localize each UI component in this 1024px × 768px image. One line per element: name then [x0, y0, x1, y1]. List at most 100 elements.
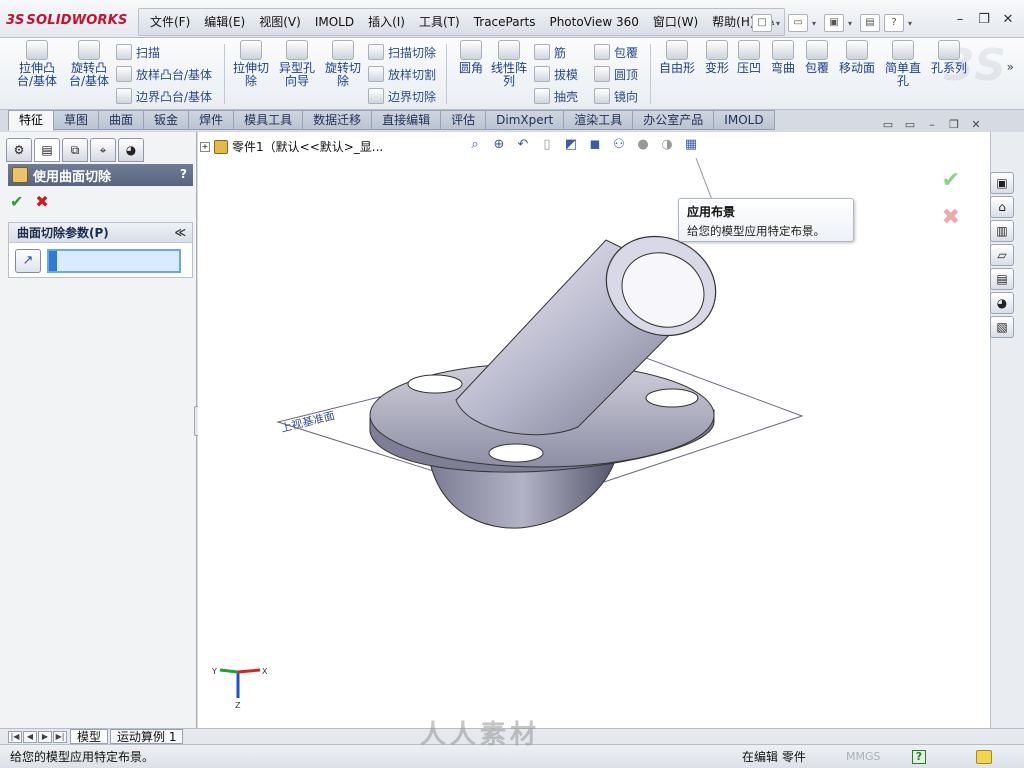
- zoom-to-fit-icon[interactable]: ⌕: [466, 136, 484, 154]
- sweep-button[interactable]: 扫描: [116, 42, 160, 62]
- dimxpert-icon[interactable]: ⌖: [90, 138, 116, 162]
- view-orientation-icon[interactable]: ◩: [562, 136, 580, 154]
- edit-appearance-icon[interactable]: ●: [634, 136, 652, 154]
- solidworks-resources-icon[interactable]: ▣: [990, 172, 1014, 194]
- doc-close-icon[interactable]: ✕: [968, 118, 984, 132]
- dropdown-arrow-icon[interactable]: ▾: [776, 19, 784, 28]
- next-tab-icon[interactable]: ▶: [38, 730, 52, 743]
- menu-view[interactable]: 视图(V): [252, 9, 308, 35]
- collapse-icon[interactable]: ≪: [174, 223, 186, 243]
- tab-surfaces[interactable]: 曲面: [99, 110, 145, 130]
- dropdown-arrow-icon[interactable]: ▾: [908, 19, 916, 28]
- boundary-boss-button[interactable]: 边界凸台/基体: [116, 86, 212, 106]
- simple-hole-button[interactable]: 简单直孔: [880, 40, 926, 88]
- appearances-icon[interactable]: ◕: [990, 292, 1014, 314]
- tab-evaluate[interactable]: 评估: [441, 110, 487, 130]
- group-title[interactable]: 曲面切除参数(P) ≪: [9, 223, 192, 243]
- dome-button[interactable]: 圆顶: [594, 64, 638, 84]
- tab-imold[interactable]: IMOLD: [714, 110, 775, 130]
- menu-photoview[interactable]: PhotoView 360: [542, 9, 645, 35]
- minimize-icon[interactable]: –: [952, 12, 968, 28]
- last-tab-icon[interactable]: ▶|: [53, 730, 67, 743]
- loft-boss-button[interactable]: 放样凸台/基体: [116, 64, 212, 84]
- surface-selection-box[interactable]: [47, 249, 181, 273]
- linear-pattern-button[interactable]: 线性阵列: [486, 40, 532, 88]
- open-icon[interactable]: ▭: [788, 14, 808, 32]
- tab-render-tools[interactable]: 渲染工具: [564, 110, 634, 130]
- feature-tree-flyout[interactable]: + 零件1（默认<<默认>_显...: [200, 138, 383, 155]
- confirm-cancel-icon[interactable]: ✖: [942, 205, 960, 230]
- tab-office-products[interactable]: 办公室产品: [633, 110, 715, 130]
- tab-mold-tools[interactable]: 模具工具: [234, 110, 304, 130]
- ok-button[interactable]: ✔: [10, 192, 23, 211]
- display-style-icon[interactable]: ◼: [586, 136, 604, 154]
- property-manager-icon[interactable]: ▤: [34, 138, 60, 162]
- hole-wizard-button[interactable]: 异型孔向导: [274, 40, 320, 88]
- help-icon[interactable]: ?: [884, 14, 904, 32]
- tab-weldments[interactable]: 焊件: [189, 110, 235, 130]
- first-tab-icon[interactable]: |◀: [8, 730, 22, 743]
- cancel-button[interactable]: ✖: [35, 192, 48, 211]
- menu-file[interactable]: 文件(F): [143, 9, 197, 35]
- graphics-area[interactable]: 上视基准面 + 零件1（默认<<默认>_显... ⌕ ⊕ ↶ ▯ ◩ ◼ ⚇ ●…: [198, 118, 990, 728]
- rib-button[interactable]: 筋: [534, 42, 566, 62]
- extrude-boss-button[interactable]: 拉伸凸台/基体: [14, 40, 60, 88]
- previous-tab-icon[interactable]: ◀: [23, 730, 37, 743]
- menu-tools[interactable]: 工具(T): [412, 9, 467, 35]
- menu-imold[interactable]: IMOLD: [308, 9, 361, 35]
- extrude-cut-button[interactable]: 拉伸切除: [228, 40, 274, 88]
- tab-data-migration[interactable]: 数据迁移: [303, 110, 373, 130]
- options-icon[interactable]: ▤: [860, 14, 880, 32]
- mirror-button[interactable]: 镜向: [594, 86, 638, 106]
- tab-dimxpert[interactable]: DimXpert: [486, 110, 565, 130]
- display-manager-icon[interactable]: ◕: [118, 138, 144, 162]
- previous-view-icon[interactable]: ↶: [514, 136, 532, 154]
- custom-properties-icon[interactable]: ▧: [990, 316, 1014, 338]
- zoom-to-area-icon[interactable]: ⊕: [490, 136, 508, 154]
- help-button[interactable]: ?: [180, 167, 187, 181]
- design-library-icon[interactable]: ▥: [990, 220, 1014, 242]
- restore-icon[interactable]: ❐: [976, 12, 992, 28]
- file-explorer-icon[interactable]: ▱: [990, 244, 1014, 266]
- doc-restore-icon[interactable]: ❐: [946, 118, 962, 132]
- draft-button[interactable]: 拔模: [534, 64, 578, 84]
- tab-features[interactable]: 特征: [8, 110, 55, 131]
- section-view-icon[interactable]: ▯: [538, 136, 556, 154]
- menu-edit[interactable]: 编辑(E): [197, 9, 252, 35]
- loft-cut-button[interactable]: 放样切割: [368, 64, 436, 84]
- expand-icon[interactable]: +: [200, 141, 210, 152]
- close-icon[interactable]: ✕: [1000, 12, 1016, 28]
- revolve-cut-button[interactable]: 旋转切除: [320, 40, 366, 88]
- menu-insert[interactable]: 插入(I): [361, 9, 412, 35]
- boundary-cut-button[interactable]: 边界切除: [368, 86, 436, 106]
- save-icon[interactable]: ▣: [824, 14, 844, 32]
- configuration-manager-icon[interactable]: ⧉: [62, 138, 88, 162]
- unit-system[interactable]: MMGS: [846, 750, 881, 763]
- chevron-right-icon[interactable]: »: [1007, 60, 1014, 74]
- tab-sketch[interactable]: 草图: [54, 110, 100, 130]
- new-document-icon[interactable]: □: [752, 14, 772, 32]
- view-settings-icon[interactable]: ▦: [682, 136, 700, 154]
- home-icon[interactable]: ⌂: [990, 196, 1014, 218]
- apply-scene-icon[interactable]: ◑: [658, 136, 676, 154]
- tab-motion-study[interactable]: 运动算例 1: [110, 729, 184, 744]
- hole-series-button[interactable]: 孔系列: [926, 40, 972, 75]
- wrap-button[interactable]: 包覆: [594, 42, 638, 62]
- menu-traceparts[interactable]: TraceParts: [467, 9, 543, 35]
- tag-icon[interactable]: [976, 749, 992, 764]
- revolve-boss-button[interactable]: 旋转凸台/基体: [66, 40, 112, 88]
- cascade-icon[interactable]: ▭: [902, 118, 918, 132]
- confirm-ok-icon[interactable]: ✔: [942, 168, 960, 193]
- tab-model[interactable]: 模型: [70, 729, 109, 744]
- sweep-cut-button[interactable]: 扫描切除: [368, 42, 436, 62]
- feature-tree-icon[interactable]: ⚙: [6, 138, 32, 162]
- view-palette-icon[interactable]: ▤: [990, 268, 1014, 290]
- quick-tips-help-icon[interactable]: ?: [912, 749, 926, 764]
- menu-window[interactable]: 窗口(W): [646, 9, 705, 35]
- tab-direct-editing[interactable]: 直接编辑: [372, 110, 442, 130]
- tile-icon[interactable]: ▭: [880, 118, 896, 132]
- move-face-button[interactable]: 移动面: [834, 40, 880, 75]
- dropdown-arrow-icon[interactable]: ▾: [812, 19, 820, 28]
- reverse-direction-icon[interactable]: ↗: [15, 249, 41, 273]
- shell-button[interactable]: 抽壳: [534, 86, 578, 106]
